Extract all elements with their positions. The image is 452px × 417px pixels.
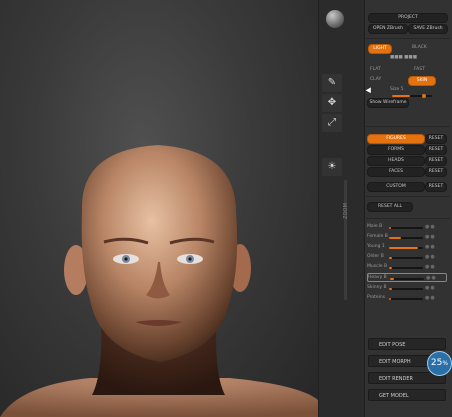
move-icon: ✥ <box>327 97 337 108</box>
tab-figures[interactable]: FIGURES <box>367 134 425 144</box>
reset-figures-button[interactable]: RESET <box>425 134 447 144</box>
scale-icon: ⤢ <box>328 117 336 128</box>
zoom-badge: 25% <box>427 351 452 376</box>
open-zbrush-button[interactable]: OPEN ZBrush <box>368 24 408 34</box>
skin-render-button[interactable]: SKIN <box>408 76 436 86</box>
light-tool-button[interactable]: ☀ <box>322 158 342 176</box>
reset-custom-button[interactable]: RESET <box>425 182 447 192</box>
tab-heads[interactable]: HEADS <box>367 156 425 166</box>
reset-all-button[interactable]: RESET ALL <box>367 202 413 212</box>
tab-custom[interactable]: CUSTOM <box>367 182 425 192</box>
size-slider-knob[interactable] <box>422 94 426 98</box>
morph-slider[interactable] <box>389 288 423 290</box>
morph-label: Heavy B <box>368 275 387 280</box>
morph-slider[interactable] <box>389 298 423 300</box>
zoom-unit: % <box>442 360 449 367</box>
morph-label: Young 1 <box>367 244 385 249</box>
flat-render-button[interactable]: FLAT <box>370 66 381 74</box>
divider <box>366 38 450 39</box>
morph-slider-row[interactable]: Muscle B ●● <box>367 263 447 272</box>
morph-label: Muscle B <box>367 264 388 269</box>
tab-faces[interactable]: FACES <box>367 167 425 177</box>
morph-slider[interactable] <box>389 237 423 239</box>
morph-slider[interactable] <box>390 278 424 280</box>
morph-options-icon[interactable]: ●● <box>425 295 436 301</box>
zoom-slider-label: ZOOM <box>342 203 349 219</box>
morph-options-icon[interactable]: ●● <box>425 224 436 230</box>
morph-slider-row[interactable]: Skinny B ●● <box>367 284 447 293</box>
morph-options-icon[interactable]: ●● <box>425 244 436 250</box>
morph-options-icon[interactable]: ●● <box>425 285 436 291</box>
edit-icon: ✎ <box>327 77 337 88</box>
morph-label: Female B <box>367 234 388 239</box>
tab-forms[interactable]: FORMS <box>367 145 425 155</box>
black-bg-label[interactable]: BLACK <box>412 44 427 52</box>
morph-slider-row[interactable]: Older B ●● <box>367 253 447 262</box>
morph-label: Male B <box>367 224 383 229</box>
color-swatch-label: ■■■ ■■■ <box>390 55 417 60</box>
project-button[interactable]: PROJECT <box>368 13 448 23</box>
reset-faces-button[interactable]: RESET <box>425 167 447 177</box>
show-wireframe-button[interactable]: Show Wireframe <box>367 98 409 108</box>
morph-options-icon[interactable]: ●● <box>425 254 436 260</box>
morph-slider-row[interactable]: Female B ●● <box>367 233 447 242</box>
save-zbrush-button[interactable]: SAVE ZBrush <box>408 24 448 34</box>
fast-render-button[interactable]: FAST <box>414 66 425 74</box>
reset-heads-button[interactable]: RESET <box>425 156 447 166</box>
size-label: Size 5 <box>390 87 404 92</box>
get-model-button[interactable]: GET MODEL <box>368 389 446 401</box>
scale-tool-button[interactable]: ⤢ <box>322 114 342 132</box>
3d-viewport[interactable] <box>0 0 318 417</box>
morph-slider[interactable] <box>389 247 423 249</box>
divider <box>366 196 450 197</box>
morph-options-icon[interactable]: ●● <box>425 264 436 270</box>
zoom-value: 25 <box>430 358 443 368</box>
morph-options-icon[interactable]: ●● <box>425 234 436 240</box>
morph-label: Proteins <box>367 295 386 300</box>
reset-forms-button[interactable]: RESET <box>425 145 447 155</box>
material-sphere-icon[interactable] <box>326 10 344 28</box>
morph-slider-row[interactable]: Male B ●● <box>367 223 447 232</box>
edit-pose-button[interactable]: EDIT POSE <box>368 338 446 350</box>
clay-render-button[interactable]: CLAY <box>370 76 381 84</box>
morph-slider[interactable] <box>389 257 423 259</box>
morph-label: Older B <box>367 254 384 259</box>
size-slider[interactable] <box>392 95 432 97</box>
move-tool-button[interactable]: ✥ <box>322 94 342 112</box>
zoom-slider[interactable] <box>344 180 347 300</box>
light-icon: ☀ <box>327 161 337 172</box>
morph-slider[interactable] <box>389 267 423 269</box>
edit-tool-button[interactable]: ✎ <box>322 74 342 92</box>
morph-label: Skinny B <box>367 285 387 290</box>
morph-slider-row[interactable]: Young 1 ●● <box>367 243 447 252</box>
morph-slider-row[interactable]: Heavy B ●● <box>367 273 447 282</box>
light-bg-button[interactable]: LIGHT <box>368 44 392 54</box>
divider <box>366 218 450 219</box>
morph-slider[interactable] <box>389 227 423 229</box>
tool-strip: ✎ ✥ ⤢ ☀ ZOOM <box>318 0 365 417</box>
morph-options-icon[interactable]: ●● <box>426 275 437 281</box>
morph-slider-row[interactable]: Proteins ●● <box>367 294 447 303</box>
head-model <box>0 145 318 417</box>
divider <box>366 126 450 127</box>
